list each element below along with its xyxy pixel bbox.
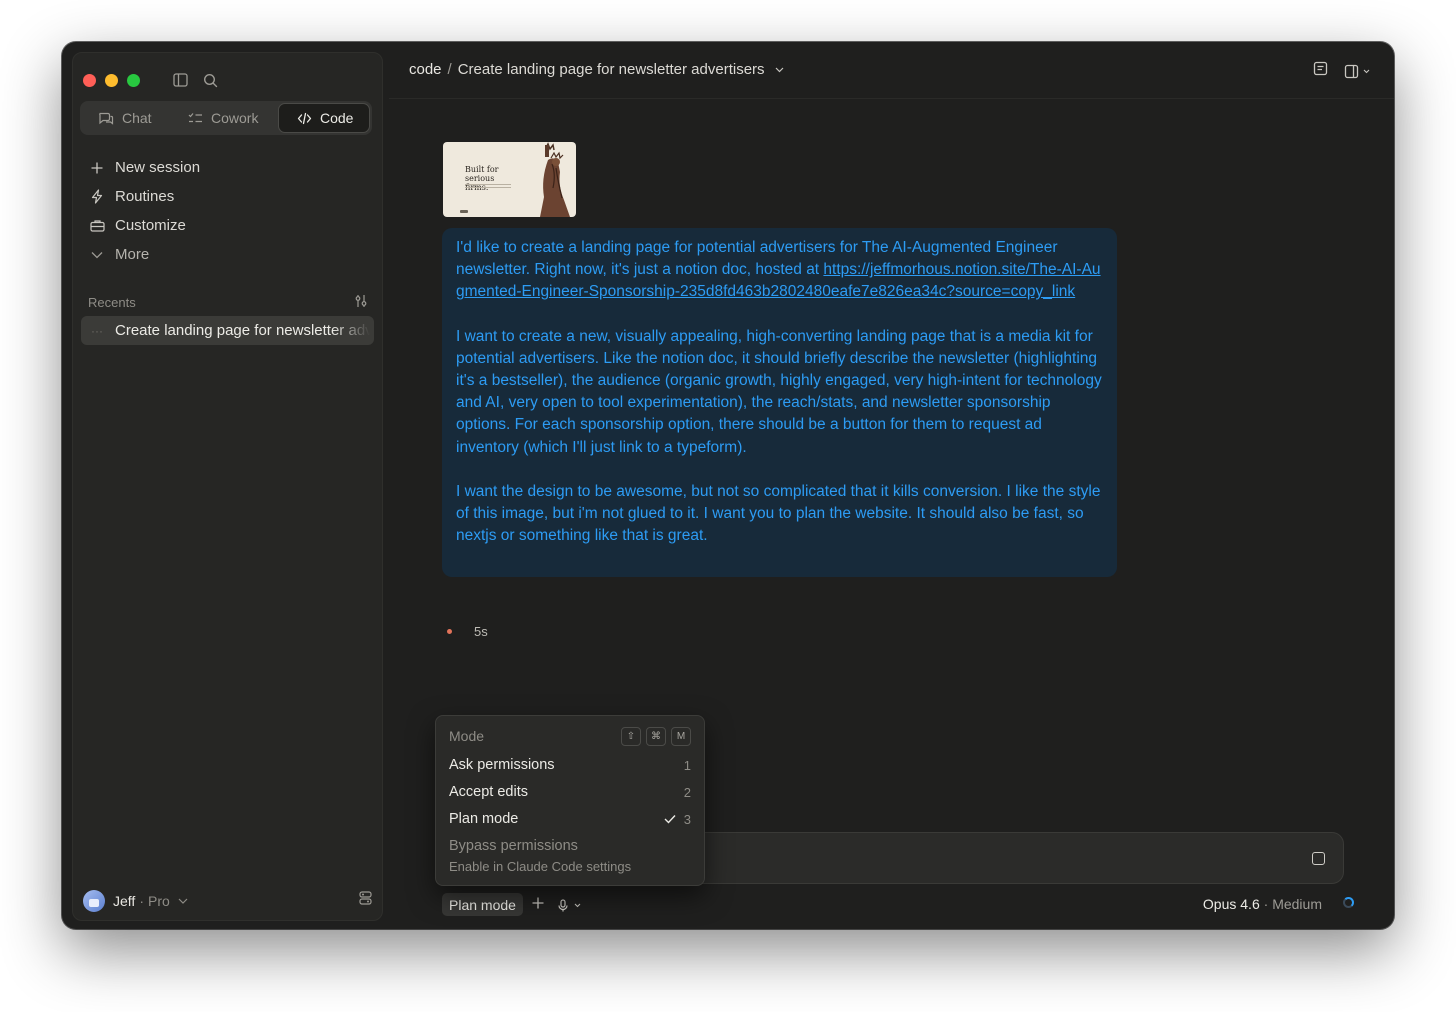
user-separator: · (139, 893, 144, 909)
sidebar-item-label: More (115, 246, 150, 263)
settings-icon[interactable] (359, 891, 372, 910)
sidebar-item-more[interactable]: More (89, 240, 200, 269)
sidebar-toggle-icon[interactable] (171, 71, 189, 89)
user-message-bubble: I'd like to create a landing page for po… (442, 228, 1117, 577)
briefcase-icon (89, 218, 105, 234)
sidebar-item-label: Customize (115, 217, 186, 234)
bypass-note: Enable in Claude Code settings (449, 859, 632, 874)
chevron-down-icon (178, 898, 188, 904)
task-list-icon (188, 112, 202, 122)
mode-menu-header: Mode (449, 728, 485, 744)
window-controls (83, 74, 140, 87)
menu-item-number: 1 (683, 757, 691, 773)
menu-item-label: Bypass permissions (449, 838, 578, 854)
sidebar-item-new-session[interactable]: New session (89, 153, 200, 182)
code-brackets-icon (297, 112, 312, 124)
message-paragraph: I want the design to be awesome, but not… (456, 482, 1101, 545)
sidebar: Chat Cowork Code New session Routines Cu… (72, 52, 383, 921)
model-effort: · Medium (1263, 896, 1322, 912)
thinking-status: 5s (447, 624, 488, 639)
model-selector[interactable]: Opus 4.6 · Medium (1203, 896, 1322, 912)
user-menu[interactable]: Jeff · Pro (83, 890, 188, 912)
microphone-icon[interactable] (558, 898, 581, 912)
close-window-button[interactable] (83, 74, 96, 87)
chevron-down-icon[interactable] (574, 903, 581, 908)
sidebar-item-customize[interactable]: Customize (89, 211, 200, 240)
elapsed-time: 5s (474, 624, 488, 639)
message-paragraph: I'd like to create a landing page for po… (456, 237, 1103, 304)
activity-dot-icon (447, 629, 452, 634)
avatar (83, 890, 105, 912)
tab-code[interactable]: Code (278, 103, 370, 133)
sidebar-item-label: Routines (115, 188, 175, 205)
m-key: M (671, 727, 691, 746)
chevron-down-icon (1363, 69, 1370, 73)
tab-chat-label: Chat (122, 110, 152, 126)
recent-session-item[interactable]: ··· Create landing page for newsletter a… (81, 316, 374, 345)
shift-key: ⇧ (621, 727, 641, 746)
search-icon[interactable] (201, 71, 219, 89)
command-key: ⌘ (646, 727, 666, 746)
menu-item-key: 1 (684, 758, 691, 773)
menu-item-label: Plan mode (449, 811, 519, 827)
plus-icon (89, 160, 105, 176)
mode-button[interactable]: Plan mode (442, 893, 523, 916)
tab-cowork-label: Cowork (211, 110, 259, 126)
menu-item-bypass-permissions: Bypass permissions (449, 834, 691, 858)
menu-item-accept-edits[interactable]: Accept edits 2 (449, 780, 691, 804)
session-title[interactable]: Create landing page for newsletter adver… (458, 61, 765, 78)
attached-image-thumbnail[interactable]: Built for serious firms. (443, 142, 576, 217)
bolt-icon (89, 189, 105, 205)
menu-item-number: 3 (683, 811, 691, 827)
minimize-window-button[interactable] (105, 74, 118, 87)
thumbnail-logo (460, 210, 468, 213)
mode-menu: Mode ⇧ ⌘ M Ask permissions 1 Accept edit… (435, 715, 705, 886)
menu-item-key: 2 (684, 785, 691, 800)
filter-icon[interactable] (354, 294, 368, 311)
add-attachment-icon[interactable] (532, 896, 544, 914)
mode-tabs: Chat Cowork Code (80, 101, 372, 135)
menu-item-number: 2 (683, 784, 691, 800)
menu-item-label: Accept edits (449, 784, 528, 800)
checkmark-icon (664, 815, 676, 824)
document-icon[interactable] (1313, 61, 1328, 81)
session-status-dots: ··· (91, 323, 103, 338)
sidebar-item-label: New session (115, 159, 201, 176)
tab-cowork[interactable]: Cowork (170, 103, 278, 133)
tab-chat[interactable]: Chat (80, 103, 170, 133)
message-paragraph: I want to create a new, visually appeali… (456, 327, 1102, 456)
breadcrumb-separator: / (447, 61, 452, 78)
recent-session-title: Create landing page for newsletter adver… (115, 322, 370, 339)
menu-item-label: Ask permissions (449, 757, 555, 773)
menu-item-plan-mode[interactable]: Plan mode 3 (449, 807, 691, 831)
breadcrumb[interactable]: code / Create landing page for newslette… (409, 61, 784, 78)
tab-code-label: Code (320, 110, 354, 126)
stop-button[interactable] (1312, 852, 1325, 865)
recents-label: Recents (88, 295, 136, 310)
sidebar-item-routines[interactable]: Routines (89, 182, 200, 211)
zoom-window-button[interactable] (127, 74, 140, 87)
menu-item-key: 3 (664, 812, 691, 827)
chevron-down-icon (89, 247, 105, 263)
panel-toggle-icon[interactable] (1344, 64, 1370, 79)
loading-spinner-icon (1343, 897, 1354, 908)
user-plan: Pro (147, 893, 170, 909)
chat-bubbles-icon (99, 112, 114, 125)
app-window: Chat Cowork Code New session Routines Cu… (62, 42, 1394, 929)
sidebar-nav: New session Routines Customize More (89, 153, 200, 269)
chevron-down-icon[interactable] (775, 67, 784, 73)
composer-toolbar: Plan mode Opus 4.6 · Medium (442, 893, 1354, 917)
model-name: Opus 4.6 (1202, 896, 1260, 912)
user-name: Jeff (113, 893, 136, 909)
breadcrumb-project[interactable]: code (409, 61, 442, 78)
mode-shortcut: ⇧ ⌘ M (621, 727, 691, 746)
menu-item-ask-permissions[interactable]: Ask permissions 1 (449, 753, 691, 777)
thumbnail-body-lines (465, 184, 511, 190)
top-bar: code / Create landing page for newslette… (389, 42, 1394, 99)
statue-illustration (540, 142, 570, 217)
recents-header: Recents (88, 294, 368, 311)
mode-button-label: Plan mode (449, 896, 516, 913)
